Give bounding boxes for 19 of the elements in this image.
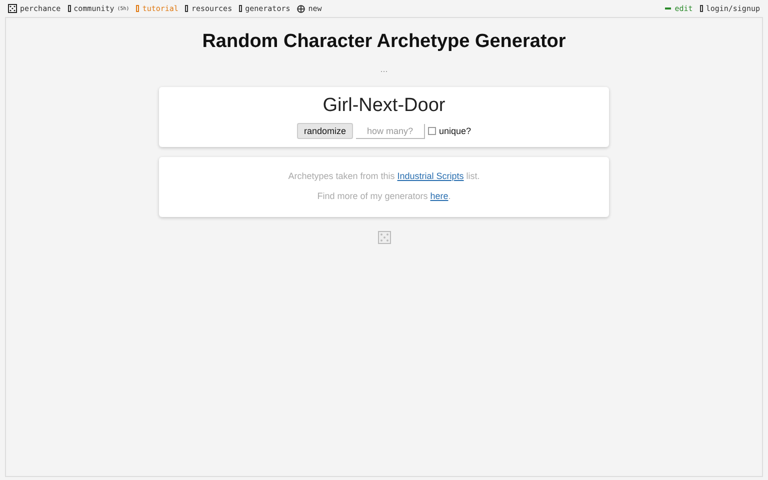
- box-icon: [700, 5, 703, 12]
- dice-icon[interactable]: [378, 231, 390, 244]
- dice-icon: [8, 4, 17, 13]
- plus-icon: [297, 4, 306, 12]
- count-field[interactable]: how many?: [356, 124, 425, 138]
- box-icon: [68, 5, 71, 12]
- text-link[interactable]: Industrial Scripts: [397, 171, 464, 181]
- ellipsis-text: ...: [380, 64, 388, 74]
- generated-output: Girl-Next-Door: [322, 95, 446, 117]
- box-icon: [136, 5, 140, 12]
- box-icon: [239, 5, 242, 12]
- unique-label: unique?: [438, 126, 472, 136]
- info-text: Archetypes taken from this Industrial Scripts list.: [288, 171, 480, 181]
- page-title: Random Character Archetype Generator: [202, 31, 566, 53]
- info-text: Find more of my generators here.: [317, 191, 451, 201]
- randomize-button[interactable]: randomize: [296, 123, 353, 139]
- box-icon: [185, 5, 188, 12]
- text-link[interactable]: here: [430, 191, 448, 201]
- unique-checkbox[interactable]: [428, 127, 436, 135]
